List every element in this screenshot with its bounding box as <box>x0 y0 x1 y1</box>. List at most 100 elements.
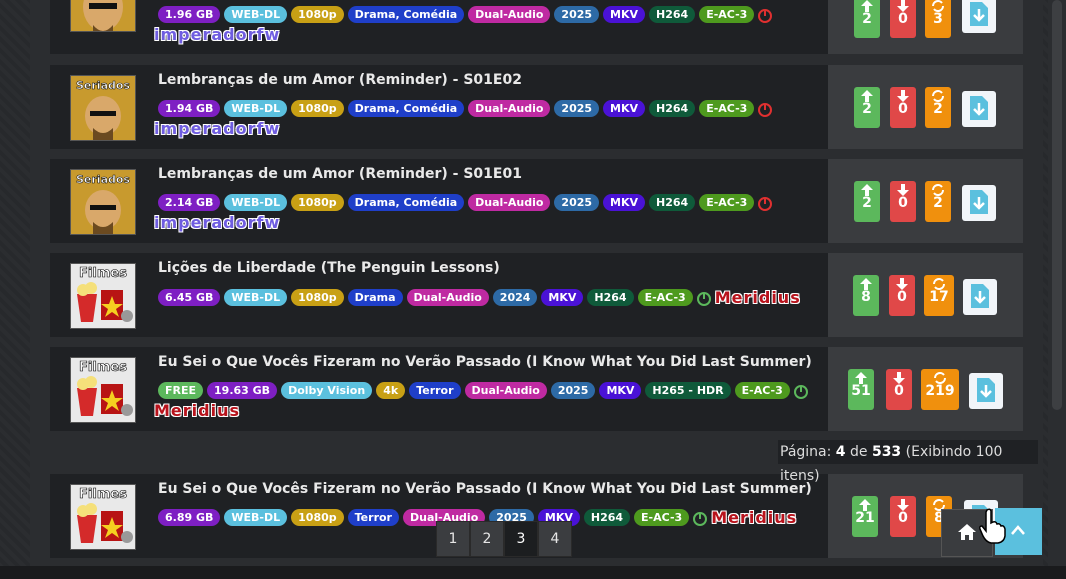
torrent-title[interactable]: Eu Sei o Que Vocês Fizeram no Verão Pass… <box>158 354 812 370</box>
thumb-label: Filmes <box>79 360 127 375</box>
page-button-3[interactable]: 3 <box>504 521 538 557</box>
leechers-count: 0 <box>898 11 908 27</box>
category-thumbnail[interactable]: Seriados <box>70 169 136 235</box>
seeders-badge: 2 <box>854 181 880 222</box>
tag-codec: H265 - HDR <box>645 382 731 399</box>
tag-year: 2025 <box>554 100 600 117</box>
download-file-icon <box>970 190 988 214</box>
leechers-badge: 0 <box>890 87 916 128</box>
download-button[interactable] <box>963 279 997 315</box>
tag-size: 1.96 GB <box>158 6 221 23</box>
uploader-name[interactable]: Meridius <box>715 288 801 307</box>
table-row: Seriados Lembranças de um Amor (Reminder… <box>50 65 1023 149</box>
download-button[interactable] <box>962 91 996 127</box>
leechers-badge: 0 <box>889 275 915 316</box>
download-file-icon <box>970 2 988 26</box>
uploader-name[interactable]: imperadorfw <box>154 25 280 44</box>
tag-resolution: 1080p <box>291 509 344 526</box>
thumb-label: Seriados <box>76 173 130 186</box>
completed-count: 17 <box>929 289 949 305</box>
tag-genre: Terror <box>347 509 399 526</box>
seeders-count: 51 <box>851 383 871 399</box>
tag-year: 2025 <box>554 194 600 211</box>
power-icon <box>758 196 773 211</box>
category-thumbnail[interactable]: Filmes <box>70 357 136 423</box>
chevron-up-icon <box>1011 525 1025 535</box>
torrent-title[interactable]: Lições de Liberdade (The Penguin Lessons… <box>158 260 500 276</box>
tag-source: WEB-DL <box>224 6 288 23</box>
tag-free: FREE <box>158 382 204 399</box>
tag-resolution: 1080p <box>291 194 344 211</box>
torrent-title[interactable]: Eu Sei o Que Vocês Fizeram no Verão Pass… <box>158 481 812 497</box>
tag-codec: H264 <box>649 6 696 23</box>
seeders-count: 2 <box>862 101 872 117</box>
home-icon <box>958 524 976 540</box>
tag-audio-codec: E-AC-3 <box>734 382 790 399</box>
leechers-badge: 0 <box>886 369 912 410</box>
leechers-count: 0 <box>897 289 907 305</box>
category-thumbnail[interactable] <box>70 0 136 32</box>
category-thumbnail[interactable]: Seriados <box>70 75 136 141</box>
download-button[interactable] <box>962 185 996 221</box>
completed-badge: 2 <box>925 87 951 128</box>
tag-year: 2024 <box>492 289 538 306</box>
tag-codec: H264 <box>583 509 631 526</box>
power-icon <box>758 8 773 23</box>
download-file-icon <box>977 378 995 402</box>
table-row: Seriados Lembranças de um Amor (Reminder… <box>50 159 1023 243</box>
uploader-name[interactable]: imperadorfw <box>154 119 280 138</box>
torrent-title[interactable]: Lembranças de um Amor (Reminder) - S01E0… <box>158 72 522 88</box>
tag-year: 2025 <box>554 6 600 23</box>
page-button-2[interactable]: 2 <box>470 521 504 557</box>
seeders-badge: 51 <box>848 369 874 410</box>
scrollbar-thumb[interactable] <box>1052 0 1062 410</box>
thumb-label: Filmes <box>79 266 127 281</box>
category-thumbnail[interactable]: Filmes <box>70 263 136 329</box>
tag-resolution: 4k <box>376 382 406 399</box>
seeders-badge: 2 <box>854 0 880 38</box>
leechers-badge: 0 <box>890 0 916 38</box>
download-button[interactable] <box>962 0 996 33</box>
total-pages: 533 <box>871 444 902 460</box>
row-stats: 51 0 219 <box>828 347 1023 431</box>
tag-audio-codec: E-AC-3 <box>699 194 755 211</box>
tag-audio: Dual-Audio <box>468 6 551 23</box>
power-icon <box>758 102 773 117</box>
uploader-name[interactable]: Meridius <box>154 401 240 420</box>
footer-strip <box>0 566 1066 579</box>
leechers-badge: 0 <box>890 496 916 537</box>
tag-genre: Terror <box>409 382 461 399</box>
power-icon <box>793 384 808 399</box>
tag-codec: H264 <box>587 289 634 306</box>
tag-list: 1.96 GB WEB-DL 1080p Drama, Comédia Dual… <box>158 6 773 23</box>
hand-cursor-icon <box>978 508 1008 548</box>
power-icon <box>696 291 711 306</box>
torrent-title[interactable]: Lembranças de um Amor (Reminder) - S01E0… <box>158 166 522 182</box>
row-info: Seriados Lembranças de um Amor (Reminder… <box>50 65 828 149</box>
seeders-badge: 2 <box>854 87 880 128</box>
category-thumbnail[interactable]: Filmes <box>70 484 136 550</box>
tag-audio-codec: E-AC-3 <box>699 100 755 117</box>
row-info: Seriados Lembranças de um Amor (Reminder… <box>50 159 828 243</box>
completed-badge: 2 <box>925 181 951 222</box>
tag-audio: Dual-Audio <box>406 289 489 306</box>
seeders-count: 21 <box>855 510 875 526</box>
current-page: 4 <box>835 444 846 460</box>
tag-audio-codec: E-AC-3 <box>637 289 693 306</box>
completed-count: 2 <box>933 195 943 211</box>
completed-badge: 17 <box>924 275 954 316</box>
tag-audio-codec: E-AC-3 <box>634 509 690 526</box>
download-file-icon <box>970 96 988 120</box>
uploader-name[interactable]: imperadorfw <box>154 213 280 232</box>
pagination-of: de <box>850 444 868 460</box>
page-button-4[interactable]: 4 <box>538 521 572 557</box>
completed-badge: 3 <box>925 0 951 38</box>
uploader-name[interactable]: Meridius <box>711 508 797 527</box>
tag-hdr: Dolby Vision <box>281 382 373 399</box>
thumb-label: Seriados <box>76 79 130 92</box>
page-button-1[interactable]: 1 <box>436 521 470 557</box>
thumb-label: Filmes <box>79 487 127 502</box>
download-button[interactable] <box>969 373 1003 409</box>
power-icon <box>693 511 708 526</box>
tag-container: MKV <box>603 194 646 211</box>
